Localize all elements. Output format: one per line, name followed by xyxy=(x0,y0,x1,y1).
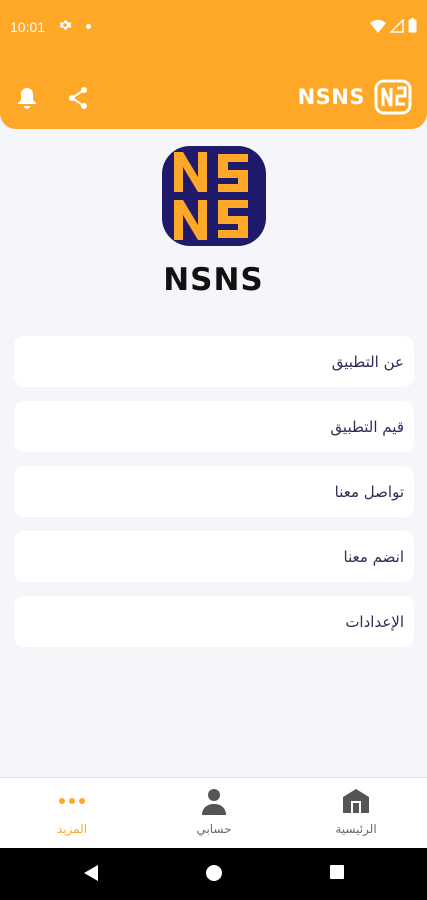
home-icon xyxy=(296,786,416,816)
nav-tab-more[interactable]: المزيد xyxy=(12,786,132,836)
nav-tab-more-label: المزيد xyxy=(56,822,88,836)
home-circle-icon[interactable] xyxy=(205,864,223,886)
menu-item-contact[interactable]: تواصل معنا xyxy=(14,466,414,517)
bottom-nav: المزيد حسابي الرئيسية xyxy=(0,777,427,848)
menu-item-about[interactable]: عن التطبيق xyxy=(14,336,414,387)
menu-item-rate[interactable]: قيم التطبيق xyxy=(14,401,414,452)
more-menu: عن التطبيق قيم التطبيق تواصل معنا انضم م… xyxy=(14,336,414,661)
gear-icon xyxy=(58,18,72,35)
nav-tab-account[interactable]: حسابي xyxy=(154,786,274,836)
notification-dot-icon xyxy=(86,24,91,29)
signal-icon xyxy=(390,18,404,33)
brand-name: NSNS xyxy=(297,85,365,109)
nav-tab-account-label: حسابي xyxy=(196,822,232,836)
nav-tab-home-label: الرئيسية xyxy=(335,822,377,836)
status-icons xyxy=(370,18,417,33)
app-header: 10:01 NSNS xyxy=(0,0,427,129)
share-icon[interactable] xyxy=(66,86,90,114)
bell-icon[interactable] xyxy=(16,86,38,114)
app-logo xyxy=(162,146,266,246)
status-time: 10:01 xyxy=(10,19,46,35)
app-logo-name: NSNS xyxy=(163,262,264,298)
recents-icon[interactable] xyxy=(329,864,345,884)
status-bar: 10:01 xyxy=(0,0,427,56)
wifi-icon xyxy=(370,19,386,33)
system-nav-bar xyxy=(0,848,427,900)
more-dots-icon xyxy=(12,786,132,816)
menu-item-join[interactable]: انضم معنا xyxy=(14,531,414,582)
person-icon xyxy=(154,786,274,816)
menu-item-settings[interactable]: الإعدادات xyxy=(14,596,414,647)
brand-logo-icon xyxy=(374,79,412,115)
battery-icon xyxy=(408,18,417,33)
brand: NSNS xyxy=(298,78,413,116)
nav-tab-home[interactable]: الرئيسية xyxy=(296,786,416,836)
back-icon[interactable] xyxy=(82,864,100,886)
